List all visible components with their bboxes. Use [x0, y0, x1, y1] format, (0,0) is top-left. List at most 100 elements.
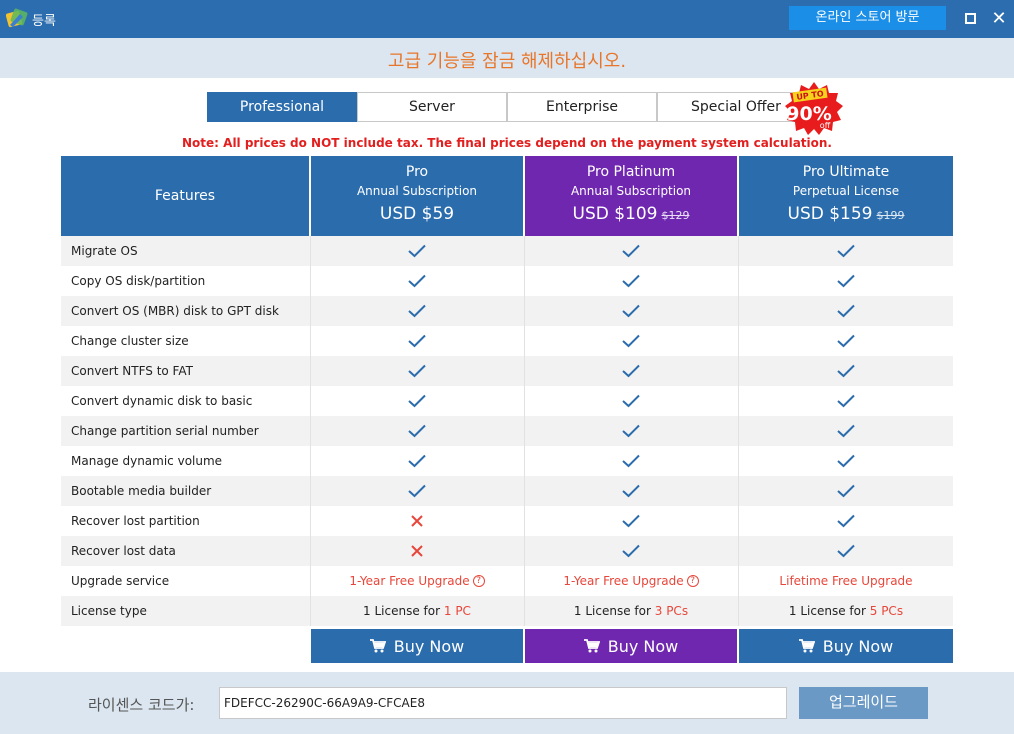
table-row: Convert dynamic disk to basic: [61, 386, 953, 416]
table-row: Copy OS disk/partition: [61, 266, 953, 296]
buy-now-label: Buy Now: [393, 636, 465, 656]
check-icon: [311, 476, 523, 506]
check-icon: [739, 296, 953, 326]
table-row: Upgrade service 1-Year Free Upgrade? 1-Yea…: [61, 566, 953, 596]
table-row: Manage dynamic volume: [61, 446, 953, 476]
check-icon: [525, 266, 737, 296]
cart-icon: [798, 639, 815, 653]
maximize-icon[interactable]: [960, 9, 980, 29]
plan-price-block: USD $159 $199: [739, 204, 953, 224]
check-icon: [311, 266, 523, 296]
window-title: 등록: [32, 14, 56, 29]
check-icon: [311, 356, 523, 386]
buy-now-pro-button[interactable]: Buy Now: [311, 629, 523, 663]
license-count: 1 PC: [443, 604, 471, 618]
plan-price: USD $159: [787, 204, 873, 224]
column-divider: [738, 236, 739, 626]
plan-name: Pro Ultimate: [802, 164, 890, 180]
check-icon: [525, 476, 737, 506]
upgrade-text: 1-Year Free Upgrade: [349, 574, 470, 588]
check-icon: [525, 536, 737, 566]
license-code-label: 라이센스 코드가:: [88, 696, 195, 714]
feature-label: Upgrade service: [71, 574, 170, 588]
feature-label: Change cluster size: [71, 334, 189, 348]
visit-online-store-button[interactable]: 온라인 스토어 방문: [789, 6, 946, 30]
check-icon: [311, 296, 523, 326]
check-icon: [525, 386, 737, 416]
buy-now-label: Buy Now: [607, 636, 679, 656]
feature-label: Convert OS (MBR) disk to GPT disk: [71, 304, 279, 318]
check-icon: [525, 446, 737, 476]
upgrade-text: 1-Year Free Upgrade: [563, 574, 684, 588]
plan-price-block: USD $59: [311, 204, 523, 224]
plan-term: Annual Subscription: [356, 184, 478, 198]
check-icon: [739, 446, 953, 476]
check-icon: [311, 326, 523, 356]
plan-price-block: USD $109 $129: [525, 204, 737, 224]
buy-now-pro-ultimate-button[interactable]: Buy Now: [739, 629, 953, 663]
license-type-value: 1 License for 5 PCs: [739, 596, 953, 626]
cart-icon: [369, 639, 386, 653]
tab-professional[interactable]: Professional: [207, 92, 357, 122]
page-heading: 고급 기능을 잠금 해제하십시오.: [387, 51, 627, 72]
check-icon: [739, 236, 953, 266]
cart-icon: [583, 639, 600, 653]
table-row: License type 1 License for 1 PC 1 License …: [61, 596, 953, 626]
feature-label: Migrate OS: [71, 244, 138, 258]
help-icon[interactable]: ?: [686, 575, 699, 587]
check-icon: [311, 446, 523, 476]
check-icon: [739, 536, 953, 566]
plan-term: Annual Subscription: [570, 184, 692, 198]
feature-label: Manage dynamic volume: [71, 454, 223, 468]
license-prefix: 1 License for: [363, 604, 444, 618]
check-icon: [525, 356, 737, 386]
table-row: Migrate OS: [61, 236, 953, 266]
license-type-value: 1 License for 3 PCs: [525, 596, 737, 626]
discount-badge-icon: UP TO 90% off: [785, 82, 843, 135]
check-icon: [525, 296, 737, 326]
license-prefix: 1 License for: [573, 604, 655, 618]
check-icon: [739, 266, 953, 296]
table-row: Recover lost data: [61, 536, 953, 566]
tab-enterprise[interactable]: Enterprise: [507, 92, 657, 122]
column-divider: [310, 236, 311, 626]
check-icon: [525, 506, 737, 536]
license-type-value: 1 License for 1 PC: [311, 596, 523, 626]
plan-name: Pro: [405, 164, 429, 180]
tax-note: Note: All prices do NOT include tax. The…: [182, 136, 832, 150]
table-row: Convert OS (MBR) disk to GPT disk: [61, 296, 953, 326]
plan-header-pro-platinum: Pro Platinum Annual Subscription USD $10…: [525, 156, 737, 236]
feature-label: Recover lost data: [71, 544, 176, 558]
license-code-input[interactable]: [219, 687, 787, 719]
license-count: 3 PCs: [654, 604, 689, 618]
buy-now-label: Buy Now: [822, 636, 894, 656]
plan-old-price: $199: [876, 209, 905, 222]
upgrade-service-value: Lifetime Free Upgrade: [739, 566, 953, 596]
plan-price: USD $59: [379, 204, 455, 224]
column-divider: [524, 236, 525, 626]
tab-server[interactable]: Server: [357, 92, 507, 122]
feature-label: Bootable media builder: [71, 484, 212, 498]
plan-header-pro-ultimate: Pro Ultimate Perpetual License USD $159 $…: [739, 156, 953, 236]
buy-now-pro-platinum-button[interactable]: Buy Now: [525, 629, 737, 663]
table-row: Change cluster size: [61, 326, 953, 356]
check-icon: [739, 326, 953, 356]
check-icon: [739, 386, 953, 416]
check-icon: [525, 236, 737, 266]
table-row: Recover lost partition: [61, 506, 953, 536]
upgrade-service-value: 1-Year Free Upgrade?: [311, 566, 523, 596]
help-icon[interactable]: ?: [472, 575, 485, 587]
feature-label: Convert dynamic disk to basic: [71, 394, 253, 408]
badge-bottom-text: off: [820, 121, 831, 130]
feature-label: Copy OS disk/partition: [71, 274, 206, 288]
upgrade-button[interactable]: 업그레이드: [799, 687, 928, 719]
close-icon[interactable]: ✕: [989, 9, 1009, 29]
check-icon: [311, 386, 523, 416]
check-icon: [739, 356, 953, 386]
upgrade-text: Lifetime Free Upgrade: [779, 574, 913, 588]
check-icon: [739, 476, 953, 506]
upgrade-service-value: 1-Year Free Upgrade?: [525, 566, 737, 596]
check-icon: [311, 236, 523, 266]
plan-price: USD $109: [572, 204, 658, 224]
feature-label: Recover lost partition: [71, 514, 200, 528]
